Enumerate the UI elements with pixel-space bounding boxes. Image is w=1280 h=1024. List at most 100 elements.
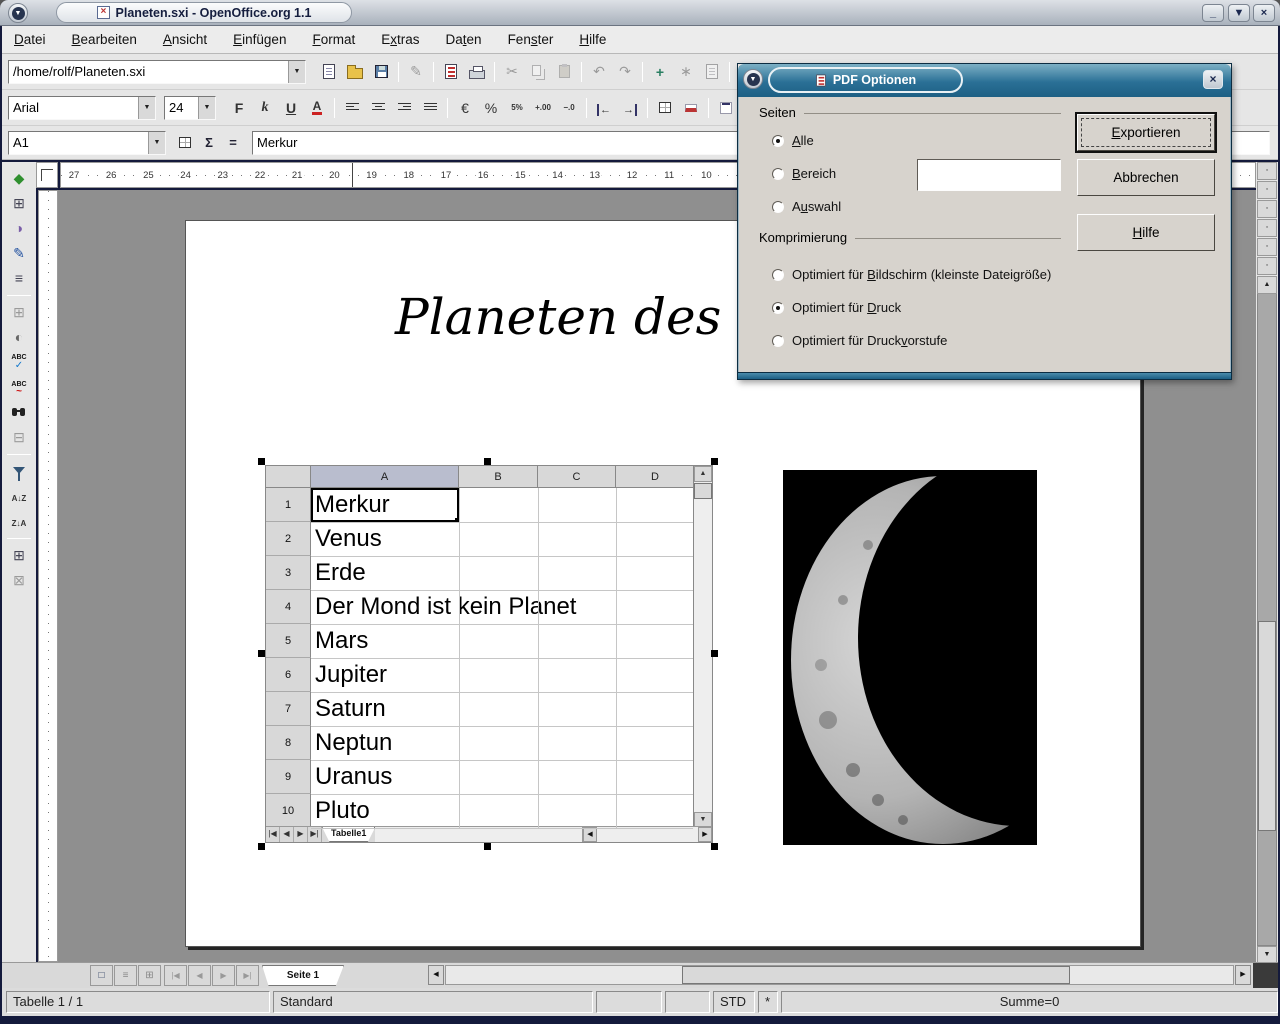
menu-bearbeiten[interactable]: Bearbeiten xyxy=(72,32,137,47)
underline-button[interactable]: U xyxy=(278,95,304,121)
sort-descending-button[interactable] xyxy=(5,509,33,533)
minimize-button[interactable]: _ xyxy=(1202,4,1224,22)
cell-A7[interactable]: Saturn xyxy=(311,692,386,726)
last-page-button[interactable]: ▶| xyxy=(236,965,259,986)
shade-button[interactable]: ▼ xyxy=(1228,4,1250,22)
new-document-button[interactable] xyxy=(316,59,342,85)
radio-alle[interactable]: Alle xyxy=(772,133,814,148)
menu-datei[interactable]: Datei xyxy=(14,32,46,47)
scrollbar-thumb[interactable] xyxy=(682,966,1070,984)
vertical-scrollbar[interactable] xyxy=(1257,292,1277,946)
shrink-button[interactable] xyxy=(174,132,196,154)
font-name-combo[interactable]: ▼ xyxy=(8,96,156,120)
menu-format[interactable]: Format xyxy=(312,32,355,47)
url-combo[interactable]: ▼ xyxy=(8,60,306,84)
url-input[interactable] xyxy=(11,62,286,82)
radio-optimiert-f-r-druckvorst[interactable]: Optimiert für Druckvorstufe xyxy=(772,333,947,348)
draw-functions-button[interactable]: ✎ xyxy=(5,241,33,265)
scrollbar-thumb[interactable] xyxy=(1258,621,1276,831)
cell-A4[interactable]: Der Mond ist kein Planet xyxy=(311,590,576,624)
dialog-close-button[interactable]: × xyxy=(1203,70,1223,89)
scroll-right-icon[interactable]: ▶ xyxy=(1235,965,1251,985)
cell-A3[interactable]: Erde xyxy=(311,556,366,590)
previous-page-button[interactable]: ◀ xyxy=(188,965,211,986)
selection-handle[interactable] xyxy=(258,843,265,850)
cell-A9[interactable]: Uranus xyxy=(311,760,392,794)
first-page-button[interactable]: |◀ xyxy=(164,965,187,986)
titlebar[interactable]: ▼ Planeten.sxi - OpenOffice.org 1.1 _ ▼ … xyxy=(0,0,1280,26)
selection-handle[interactable] xyxy=(711,458,718,465)
insert-button[interactable]: ◆ xyxy=(5,166,33,190)
panel-button-5[interactable]: ▫ xyxy=(1257,238,1277,256)
align-center-button[interactable] xyxy=(365,95,391,121)
autoformat-button[interactable]: ◐ xyxy=(5,325,33,349)
open-document-button[interactable] xyxy=(342,59,368,85)
selection-handle[interactable] xyxy=(484,843,491,850)
scroll-left-icon[interactable]: ◀ xyxy=(428,965,444,985)
column-header-b[interactable]: B xyxy=(459,466,538,488)
scrollbar-thumb[interactable] xyxy=(694,483,712,499)
sum-button[interactable]: Σ xyxy=(198,132,220,154)
last-sheet-button[interactable]: ▶| xyxy=(308,827,322,842)
column-header-d[interactable]: D xyxy=(616,466,695,488)
column-header-a[interactable]: A xyxy=(311,466,459,488)
dialog-menu-button[interactable]: ▼ xyxy=(743,69,763,89)
selection-handle[interactable] xyxy=(258,650,265,657)
scroll-right-icon[interactable]: ▶ xyxy=(698,827,712,842)
row-header-10[interactable]: 10 xyxy=(266,794,311,828)
page-range-input[interactable] xyxy=(917,159,1061,191)
menu-extras[interactable]: Extras xyxy=(381,32,419,47)
cell-A6[interactable]: Jupiter xyxy=(311,658,387,692)
cell-A2[interactable]: Venus xyxy=(311,522,382,556)
menu-hilfe[interactable]: Hilfe xyxy=(579,32,606,47)
bold-button[interactable]: F xyxy=(226,95,252,121)
font-size-combo[interactable]: ▼ xyxy=(164,96,216,120)
chevron-down-icon[interactable]: ▼ xyxy=(138,97,155,119)
horizontal-scrollbar[interactable] xyxy=(445,965,1234,985)
close-button[interactable]: × xyxy=(1253,4,1275,22)
chevron-down-icon[interactable]: ▼ xyxy=(288,61,305,83)
chevron-down-icon[interactable]: ▼ xyxy=(198,97,215,119)
radio-optimiert-f-r-bildschirm[interactable]: Optimiert für Bildschirm (kleinste Datei… xyxy=(772,267,1051,282)
save-document-button[interactable] xyxy=(368,59,394,85)
insert-cells-button[interactable]: ⊞ xyxy=(5,191,33,215)
menu-ansicht[interactable]: Ansicht xyxy=(163,32,207,47)
panel-button-1[interactable]: ▫ xyxy=(1257,162,1277,180)
column-header-c[interactable]: C xyxy=(538,466,616,488)
align-right-button[interactable] xyxy=(391,95,417,121)
font-name-input[interactable] xyxy=(11,98,136,118)
abbrechen-button[interactable]: Abbrechen xyxy=(1077,159,1215,196)
italic-button[interactable]: k xyxy=(252,95,278,121)
number-format-delete-decimal-button[interactable]: −.0 xyxy=(556,95,582,121)
row-header-5[interactable]: 5 xyxy=(266,624,311,658)
autofilter-button[interactable] xyxy=(5,459,33,483)
panel-button-2[interactable]: ▫ xyxy=(1257,181,1277,199)
font-size-input[interactable] xyxy=(167,98,196,118)
window-resize-corner[interactable] xyxy=(1253,963,1278,989)
row-header-7[interactable]: 7 xyxy=(266,692,311,726)
cell-A8[interactable]: Neptun xyxy=(311,726,392,760)
radio-bereich[interactable]: Bereich xyxy=(772,166,836,181)
embedded-spreadsheet-object[interactable]: ABCD 1Merkur2Venus3Erde4Der Mond ist kei… xyxy=(258,458,718,850)
navigator-button[interactable]: + xyxy=(647,59,673,85)
cell-reference-box[interactable]: ▼ xyxy=(8,131,166,155)
spellcheck-button[interactable] xyxy=(5,350,33,374)
equals-button[interactable]: = xyxy=(222,132,244,154)
scroll-up-button[interactable]: ▲ xyxy=(1257,276,1277,294)
increase-indent-button[interactable] xyxy=(617,95,643,121)
borders-button[interactable] xyxy=(652,95,678,121)
outline-view-button[interactable]: ≡ xyxy=(114,965,137,986)
sheet-vertical-scrollbar[interactable]: ▲ ▼ xyxy=(693,466,712,828)
number-format-currency-button[interactable]: € xyxy=(452,95,478,121)
export-pdf-button[interactable] xyxy=(438,59,464,85)
selection-handle[interactable] xyxy=(711,650,718,657)
selection-handle[interactable] xyxy=(711,843,718,850)
radio-optimiert-f-r-druck[interactable]: Optimiert für Druck xyxy=(772,300,901,315)
decrease-indent-button[interactable] xyxy=(591,95,617,121)
find-replace-button[interactable] xyxy=(5,400,33,424)
align-justify-button[interactable] xyxy=(417,95,443,121)
row-header-1[interactable]: 1 xyxy=(266,488,311,522)
panel-button-6[interactable]: ▫ xyxy=(1257,257,1277,275)
sheet-tab[interactable]: Tabelle1 xyxy=(322,827,375,842)
number-format-percent-button[interactable]: % xyxy=(478,95,504,121)
